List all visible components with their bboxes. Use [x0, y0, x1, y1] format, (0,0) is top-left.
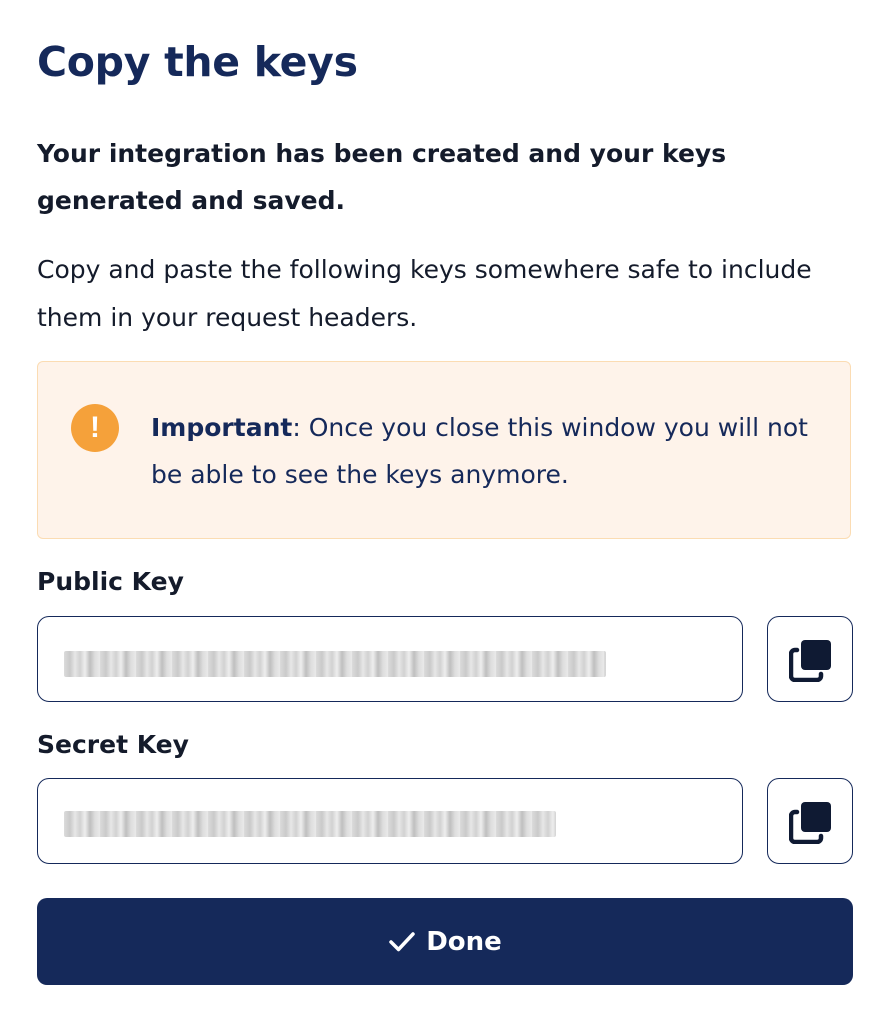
- copy-icon: [789, 802, 831, 844]
- public-key-field[interactable]: [37, 616, 743, 702]
- intro-text: Copy and paste the following keys somewh…: [37, 255, 812, 332]
- copy-public-key-button[interactable]: [767, 616, 853, 702]
- public-key-label: Public Key: [37, 567, 184, 596]
- copy-secret-key-button[interactable]: [767, 778, 853, 864]
- dialog-title: Copy the keys: [37, 38, 358, 86]
- important-alert: ! Important: Once you close this window …: [37, 361, 851, 539]
- secret-key-label: Secret Key: [37, 730, 189, 759]
- secret-key-field[interactable]: [37, 778, 743, 864]
- done-button-label: Done: [426, 926, 502, 957]
- done-button[interactable]: Done: [37, 898, 853, 985]
- alert-message: Important: Once you close this window yo…: [151, 404, 816, 498]
- intro-bold-text: Your integration has been created and yo…: [37, 139, 727, 215]
- checkmark-icon: [389, 931, 415, 951]
- copy-icon: [789, 640, 831, 682]
- alert-strong: Important: [151, 413, 293, 442]
- exclamation-circle-icon: !: [71, 404, 119, 452]
